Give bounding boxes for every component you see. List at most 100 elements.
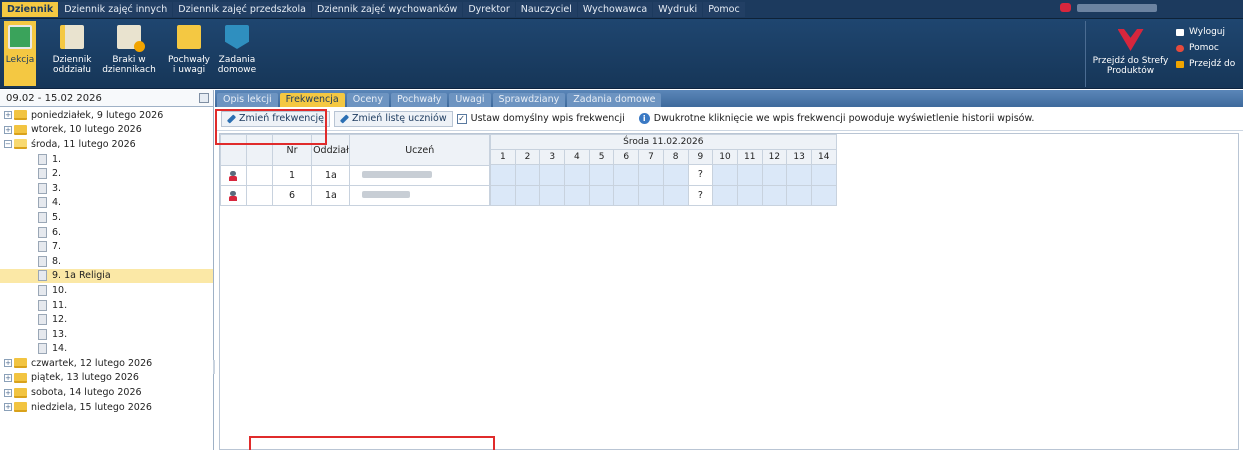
tree-lesson-item[interactable]: 8. xyxy=(0,254,213,269)
attendance-cell[interactable] xyxy=(514,164,541,186)
expand-icon[interactable]: + xyxy=(4,388,12,397)
top-menu-item[interactable]: Dziennik zajęć przedszkola xyxy=(173,2,311,17)
expand-icon[interactable]: + xyxy=(4,373,12,382)
expand-icon[interactable]: + xyxy=(4,125,12,134)
attendance-cell[interactable] xyxy=(490,184,516,206)
tree-day-item[interactable]: + niedziela, 15 lutego 2026 xyxy=(0,400,213,415)
attendance-cell[interactable] xyxy=(810,184,837,206)
tree-lesson-item[interactable]: 7. xyxy=(0,239,213,254)
attendance-cell[interactable] xyxy=(786,164,812,186)
top-menu-item[interactable]: Wychowawca xyxy=(577,2,653,17)
top-menu-item[interactable]: Dziennik zajęć wychowanków xyxy=(312,2,463,17)
tab-item[interactable]: Frekwencja xyxy=(279,93,345,107)
product-zones-button[interactable]: Przejdź do Strefy Produktów xyxy=(1085,21,1175,87)
attendance-cell[interactable] xyxy=(712,184,738,206)
table-row[interactable]: 6 1a xyxy=(220,185,490,206)
ribbon-class-journal-button[interactable]: Dziennik oddziału xyxy=(50,21,94,86)
date-range-field[interactable]: 09.02 - 15.02 2026 xyxy=(0,90,213,107)
ribbon-journal-gaps-button[interactable]: Braki w dziennikach xyxy=(100,21,158,86)
period-header: 10 xyxy=(712,149,738,165)
attendance-cell[interactable] xyxy=(810,164,837,186)
attendance-cell[interactable] xyxy=(613,184,640,206)
goto-link[interactable]: Przejdź do xyxy=(1176,58,1235,70)
attendance-cell[interactable] xyxy=(786,184,812,206)
logout-link[interactable]: Wyloguj xyxy=(1176,26,1235,38)
tree-lesson-item[interactable]: 10. xyxy=(0,283,213,298)
attendance-cell[interactable] xyxy=(662,164,689,186)
expand-icon[interactable]: + xyxy=(4,111,12,120)
tree-day-item[interactable]: + wtorek, 10 lutego 2026 xyxy=(0,123,213,138)
top-menu-item[interactable]: Pomoc xyxy=(703,2,745,17)
attendance-cell[interactable] xyxy=(761,164,788,186)
attendance-cell[interactable]: ? xyxy=(687,164,714,186)
student-name-cell xyxy=(349,185,490,206)
tree-lesson-item[interactable]: 6. xyxy=(0,225,213,240)
attendance-cell[interactable] xyxy=(588,184,615,206)
tree-lesson-item[interactable]: 14. xyxy=(0,342,213,357)
attendance-cell[interactable] xyxy=(490,164,516,186)
student-name-blurred xyxy=(362,191,411,198)
top-menu-item[interactable]: Dziennik xyxy=(2,2,59,17)
attendance-cell[interactable] xyxy=(613,164,640,186)
tree-day-item[interactable]: − środa, 11 lutego 2026 xyxy=(0,137,213,152)
ribbon-homework-button[interactable]: Zadania domowe xyxy=(216,21,258,86)
tree-lesson-item[interactable]: 4. xyxy=(0,196,213,211)
collapse-icon[interactable]: − xyxy=(4,140,12,149)
attendance-cell[interactable] xyxy=(588,164,615,186)
tree-lesson-item[interactable]: 3. xyxy=(0,181,213,196)
attendance-cell[interactable] xyxy=(539,184,566,206)
top-menu-item[interactable]: Nauczyciel xyxy=(515,2,577,17)
tab-item[interactable]: Sprawdziany xyxy=(492,93,566,107)
attendance-cell[interactable] xyxy=(564,184,590,206)
table-row[interactable]: 1 1a xyxy=(220,165,490,186)
user-area[interactable] xyxy=(1060,3,1157,12)
help-link[interactable]: Pomoc xyxy=(1176,42,1235,54)
period-header: 3 xyxy=(539,149,566,165)
default-entry-label: Ustaw domyślny wpis frekwencji xyxy=(470,113,625,124)
folder-icon xyxy=(14,139,27,150)
attendance-cell[interactable] xyxy=(662,184,689,206)
tab-item[interactable]: Pochwały xyxy=(390,93,448,107)
top-menu-item[interactable]: Dyrektor xyxy=(463,2,515,17)
top-menu-item[interactable]: Dziennik zajęć innych xyxy=(59,2,173,17)
tree-day-item[interactable]: + czwartek, 12 lutego 2026 xyxy=(0,356,213,371)
attendance-cell[interactable] xyxy=(514,184,541,206)
default-entry-checkbox[interactable]: ✓ xyxy=(456,113,467,124)
attendance-cell[interactable] xyxy=(761,184,788,206)
tree-day-item[interactable]: + sobota, 14 lutego 2026 xyxy=(0,385,213,400)
change-student-list-button[interactable]: Zmień listę uczniów xyxy=(334,110,453,127)
expand-icon[interactable]: + xyxy=(4,359,12,368)
tree-lesson-item[interactable]: 5. xyxy=(0,210,213,225)
tree-lesson-item[interactable]: 1. xyxy=(0,152,213,167)
tree-lesson-item[interactable]: 11. xyxy=(0,298,213,313)
ribbon-praise-remarks-button[interactable]: Pochwały i uwagi xyxy=(166,21,212,86)
period-header: 12 xyxy=(761,149,788,165)
attendance-cell[interactable] xyxy=(736,184,763,206)
calendar-icon[interactable] xyxy=(199,93,209,103)
tab-item[interactable]: Oceny xyxy=(346,93,389,107)
tab-item[interactable]: Uwagi xyxy=(449,93,491,107)
attendance-cell[interactable] xyxy=(736,164,763,186)
tree-day-item[interactable]: + poniedziałek, 9 lutego 2026 xyxy=(0,108,213,123)
tab-item[interactable]: Opis lekcji xyxy=(217,93,278,107)
folder-icon xyxy=(14,110,27,121)
attendance-cell[interactable] xyxy=(638,164,664,186)
tree-day-item[interactable]: + piątek, 13 lutego 2026 xyxy=(0,371,213,386)
tree-lesson-item[interactable]: 13. xyxy=(0,327,213,342)
tree-lesson-item[interactable]: 12. xyxy=(0,312,213,327)
period-header: 4 xyxy=(564,149,590,165)
tree-lesson-item[interactable]: 2. xyxy=(0,166,213,181)
tab-item[interactable]: Zadania domowe xyxy=(567,93,662,107)
attendance-cell[interactable] xyxy=(564,164,590,186)
attendance-cell[interactable]: ? xyxy=(687,184,714,206)
top-menu-item[interactable]: Wydruki xyxy=(653,2,703,17)
attendance-cell[interactable] xyxy=(712,164,738,186)
attendance-cell[interactable] xyxy=(539,164,566,186)
lessons-tree: + poniedziałek, 9 lutego 2026 + wtorek, 10 … xyxy=(0,107,213,414)
ribbon-lesson-button[interactable]: Lekcja xyxy=(4,21,36,86)
top-menu-bar: Dziennik Dziennik zajęć innych Dziennik za… xyxy=(0,0,1243,19)
notification-icon[interactable] xyxy=(1060,3,1071,12)
attendance-cell[interactable] xyxy=(638,184,664,206)
tree-lesson-item[interactable]: 9. 1a Religia xyxy=(0,268,213,284)
expand-icon[interactable]: + xyxy=(4,403,12,412)
